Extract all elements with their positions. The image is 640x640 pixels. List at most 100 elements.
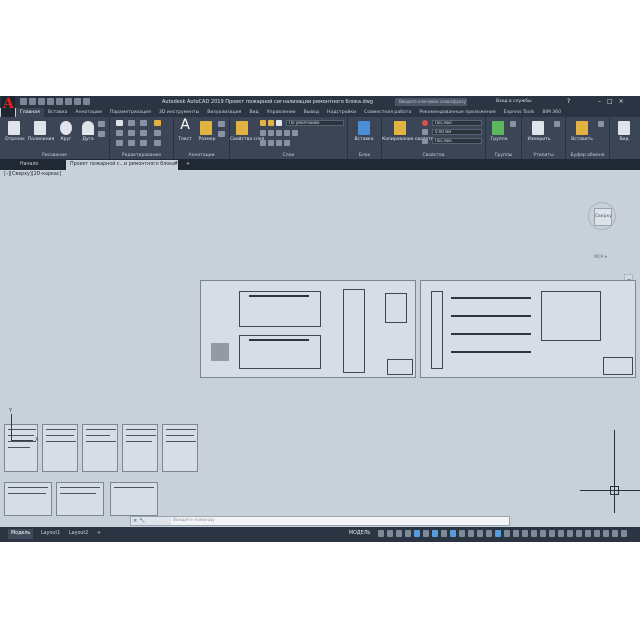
annotation-visibility-icon[interactable]	[522, 530, 528, 537]
rectangle-icon[interactable]	[98, 121, 105, 127]
leader-icon[interactable]	[218, 121, 225, 127]
autocad-logo[interactable]: A	[1, 96, 15, 117]
fillet-icon[interactable]	[140, 130, 147, 136]
insert-block-icon[interactable]	[358, 121, 370, 135]
text-icon[interactable]: A	[177, 117, 193, 133]
panel-block-title[interactable]: Блок	[348, 153, 381, 158]
hardware-acceleration-icon[interactable]	[603, 530, 609, 537]
help-icon[interactable]: ?	[567, 97, 570, 107]
layer-tool-icon[interactable]	[276, 140, 282, 146]
layer-tool-icon[interactable]	[276, 130, 282, 136]
group-icon[interactable]	[492, 121, 504, 135]
viewport-controls[interactable]: [–][Сверху][2D-каркас]	[4, 172, 61, 177]
panel-properties-title[interactable]: Свойства	[382, 153, 485, 158]
model-space-toggle[interactable]: МОДЕЛЬ	[349, 529, 371, 539]
tab-featured-apps[interactable]: Рекомендованные приложения	[415, 108, 499, 117]
workspace-gear-icon[interactable]	[549, 530, 555, 537]
insert-block-label[interactable]: Вставка	[352, 137, 376, 142]
command-input[interactable]: Введите команду	[173, 517, 215, 525]
close-icon[interactable]: ×	[133, 517, 137, 525]
circle-button-label[interactable]: Круг	[56, 137, 76, 142]
layer-freeze-icon[interactable]	[268, 120, 274, 126]
table-sheet-2[interactable]	[56, 482, 104, 516]
paste-label[interactable]: Вставить	[568, 137, 596, 142]
copy-clip-icon[interactable]	[598, 121, 604, 127]
units-icon[interactable]	[567, 530, 573, 537]
dimension-button-label[interactable]: Размер	[195, 137, 219, 142]
match-properties-label[interactable]: Копирование свойств	[382, 137, 433, 142]
customization-icon[interactable]	[621, 530, 627, 537]
panel-modify-title[interactable]: Редактирование	[110, 153, 173, 158]
group-label[interactable]: Группа	[488, 137, 510, 142]
linetype-icon[interactable]	[422, 138, 428, 144]
minimize-button[interactable]: –	[598, 97, 601, 107]
close-button[interactable]: ×	[619, 97, 624, 107]
grid-icon[interactable]	[378, 530, 384, 537]
layer-color-icon[interactable]	[276, 120, 282, 126]
dimension-icon[interactable]	[200, 121, 212, 135]
text-sheet-2[interactable]	[42, 424, 78, 472]
tab-layout2[interactable]: Layout2	[66, 529, 91, 539]
tab-insert[interactable]: Вставка	[44, 108, 71, 117]
isodraft-icon[interactable]	[432, 530, 438, 537]
tab-start[interactable]: Начало	[16, 160, 42, 170]
trim-icon[interactable]	[140, 120, 147, 126]
view-icon[interactable]	[618, 121, 630, 135]
layer-tool-icon[interactable]	[260, 130, 266, 136]
match-properties-icon[interactable]	[394, 121, 406, 135]
tab-addins[interactable]: Надстройки	[323, 108, 360, 117]
layer-tool-icon[interactable]	[260, 140, 266, 146]
measure-icon[interactable]	[532, 121, 544, 135]
ortho-icon[interactable]	[414, 530, 420, 537]
open-file-icon[interactable]	[29, 98, 36, 105]
tab-output[interactable]: Вывод	[300, 108, 323, 117]
table-sheet-3[interactable]	[110, 482, 158, 516]
layer-dropdown[interactable]: По умолчанию	[286, 120, 344, 126]
measure-label[interactable]: Измерить	[524, 137, 554, 142]
polyline-icon[interactable]	[34, 121, 46, 135]
panel-layers-title[interactable]: Слои	[230, 153, 347, 158]
tab-bim360[interactable]: BIM 360	[538, 108, 565, 117]
table-sheet-1[interactable]	[4, 482, 52, 516]
lock-ui-icon[interactable]	[585, 530, 591, 537]
tab-manage[interactable]: Управление	[263, 108, 300, 117]
wrench-icon[interactable]: 🔧	[139, 517, 145, 525]
new-file-icon[interactable]	[20, 98, 27, 105]
panel-annotation-title[interactable]: Аннотации	[174, 153, 229, 158]
isolate-objects-icon[interactable]	[594, 530, 600, 537]
snap-icon[interactable]	[387, 530, 393, 537]
hatch-icon[interactable]	[98, 131, 105, 137]
line-button-label[interactable]: Отрезок	[2, 137, 28, 142]
clean-screen-icon[interactable]	[612, 530, 618, 537]
annotation-scale-icon[interactable]	[540, 530, 546, 537]
tab-close-icon[interactable]: ×	[170, 160, 182, 170]
search-input[interactable]: Введите ключевое слово/фразу	[395, 98, 467, 106]
web-icon[interactable]	[56, 98, 63, 105]
linetype-dropdown[interactable]: ПоСлою	[432, 138, 482, 144]
layer-on-icon[interactable]	[260, 120, 266, 126]
dynamic-input-icon[interactable]	[405, 530, 411, 537]
text-sheet-3[interactable]	[82, 424, 118, 472]
signin-button[interactable]: Вход в службы	[496, 98, 532, 106]
selection-cycling-icon[interactable]	[477, 530, 483, 537]
layer-tool-icon[interactable]	[268, 130, 274, 136]
plot-icon[interactable]	[65, 98, 72, 105]
drawing-canvas[interactable]: [–][Сверху][2D-каркас] Сверху МСК ▾ Y X	[0, 170, 640, 516]
scale-icon[interactable]	[128, 140, 135, 146]
panel-clipboard-title[interactable]: Буфер обмена	[566, 153, 609, 158]
layer-tool-icon[interactable]	[292, 130, 298, 136]
3d-osnap-icon[interactable]	[486, 530, 492, 537]
lineweight-icon[interactable]	[422, 129, 428, 135]
tab-model[interactable]: Модель	[8, 529, 34, 539]
panel-utilities-title[interactable]: Утилиты	[522, 153, 565, 158]
tab-view[interactable]: Вид	[245, 108, 262, 117]
panel-draw-title[interactable]: Рисование	[0, 153, 109, 158]
tab-3d-tools[interactable]: 3D инструменты	[155, 108, 203, 117]
calculator-icon[interactable]	[554, 121, 560, 127]
erase-icon[interactable]	[154, 120, 161, 126]
tab-collaborate[interactable]: Совместная работа	[360, 108, 415, 117]
mirror-icon[interactable]	[128, 130, 135, 136]
stretch-icon[interactable]	[116, 140, 123, 146]
line-icon[interactable]	[8, 121, 20, 135]
drawing-sheet-schematic[interactable]	[420, 280, 636, 378]
